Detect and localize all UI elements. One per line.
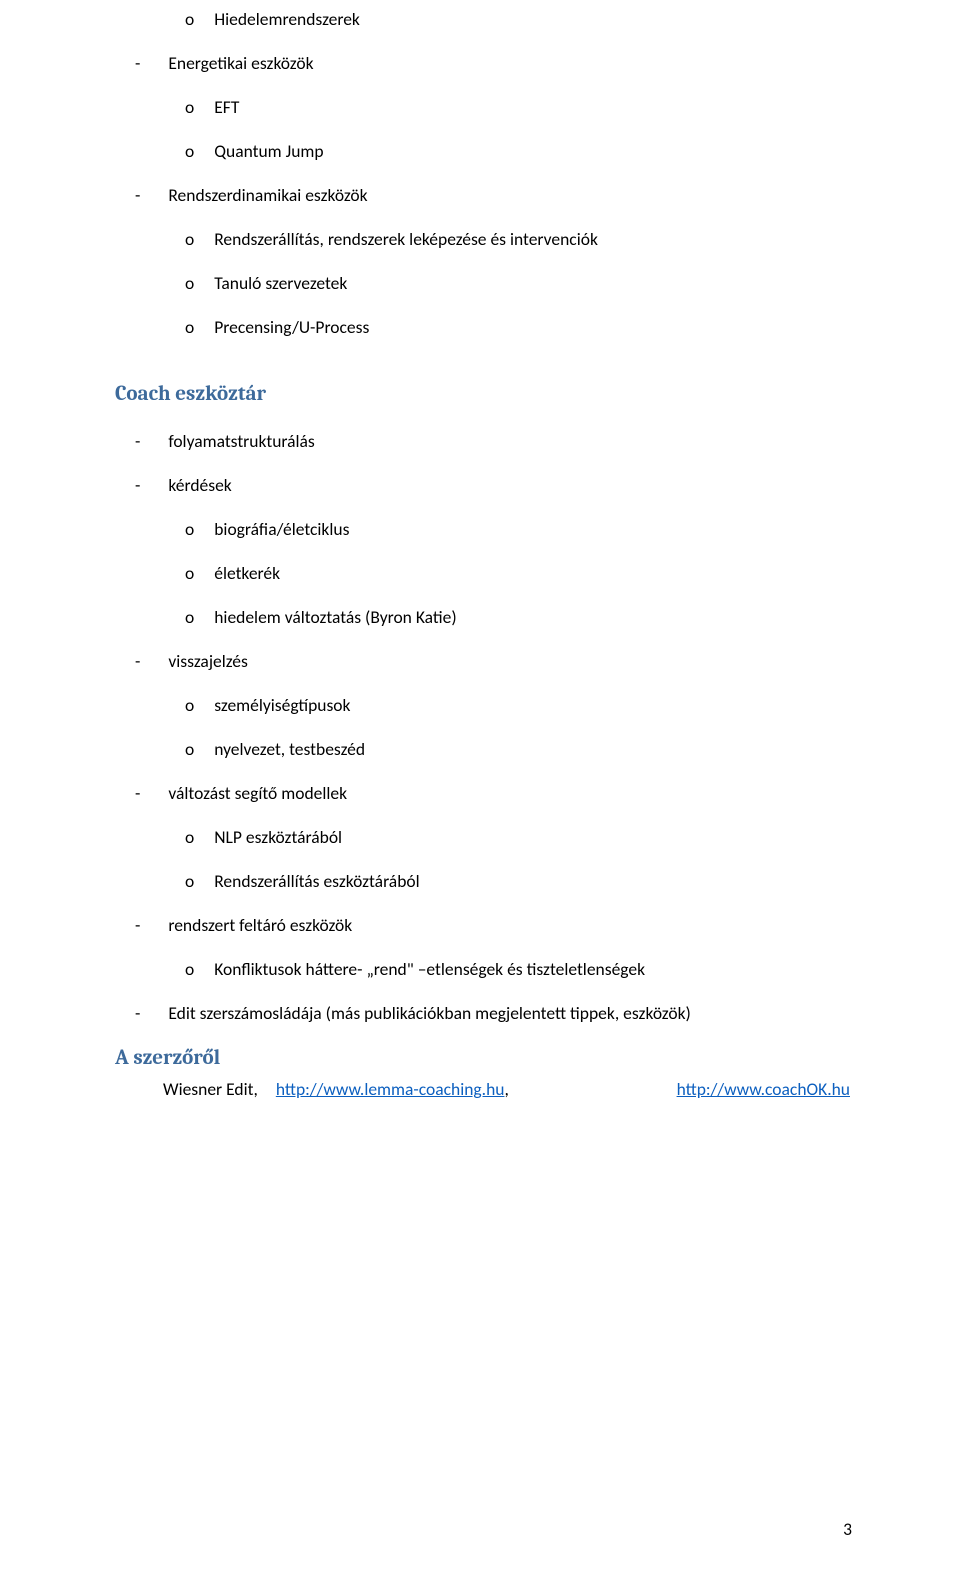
list-text: visszajelzés bbox=[168, 650, 247, 672]
bullet-dash: - bbox=[135, 1002, 140, 1024]
bullet-dash: - bbox=[135, 914, 140, 936]
bullet-dash: - bbox=[135, 430, 140, 452]
list-text: folyamatstrukturálás bbox=[168, 430, 314, 452]
bullet-dash: - bbox=[135, 52, 140, 74]
list-text: kérdések bbox=[168, 474, 231, 496]
list-text: nyelvezet, testbeszéd bbox=[214, 738, 365, 760]
list-item: o Rendszerállítás eszköztárából bbox=[185, 870, 850, 892]
list-item: o Tanuló szervezetek bbox=[185, 272, 850, 294]
bullet-o: o bbox=[185, 518, 194, 540]
bullet-o: o bbox=[185, 96, 194, 118]
list-text: életkerék bbox=[214, 562, 280, 584]
author-line: Wiesner Edit, http://www.lemma-coaching.… bbox=[163, 1078, 850, 1100]
bullet-dash: - bbox=[135, 184, 140, 206]
list-text: Rendszerdinamikai eszközök bbox=[168, 184, 367, 206]
bullet-o: o bbox=[185, 738, 194, 760]
bullet-o: o bbox=[185, 870, 194, 892]
list-text: Quantum Jump bbox=[214, 140, 323, 162]
list-item: o Quantum Jump bbox=[185, 140, 850, 162]
author-link-1[interactable]: http://www.lemma-coaching.hu bbox=[276, 1078, 505, 1100]
list-item: o NLP eszköztárából bbox=[185, 826, 850, 848]
bullet-o: o bbox=[185, 826, 194, 848]
heading-coach: Coach eszköztár bbox=[115, 382, 850, 406]
author-name: Wiesner Edit, bbox=[163, 1078, 258, 1100]
page-number: 3 bbox=[843, 1518, 852, 1540]
list-text: személyiségtípusok bbox=[214, 694, 350, 716]
list-text: hiedelem változtatás (Byron Katie) bbox=[214, 606, 456, 628]
bullet-o: o bbox=[185, 562, 194, 584]
list-item: o hiedelem változtatás (Byron Katie) bbox=[185, 606, 850, 628]
list-item: o életkerék bbox=[185, 562, 850, 584]
bullet-o: o bbox=[185, 958, 194, 980]
list-item: o nyelvezet, testbeszéd bbox=[185, 738, 850, 760]
list-item: - folyamatstrukturálás bbox=[135, 430, 850, 452]
list-item: - Rendszerdinamikai eszközök bbox=[135, 184, 850, 206]
bullet-o: o bbox=[185, 694, 194, 716]
bullet-o: o bbox=[185, 140, 194, 162]
bullet-dash: - bbox=[135, 650, 140, 672]
bullet-o: o bbox=[185, 606, 194, 628]
list-item: o Hiedelemrendszerek bbox=[185, 8, 850, 30]
list-text: Precensing/U-Process bbox=[214, 316, 369, 338]
list-text: EFT bbox=[214, 96, 239, 118]
list-text: Rendszerállítás eszköztárából bbox=[214, 870, 419, 892]
list-item: - rendszert feltáró eszközök bbox=[135, 914, 850, 936]
bullet-o: o bbox=[185, 228, 194, 250]
bullet-o: o bbox=[185, 8, 194, 30]
bullet-dash: - bbox=[135, 782, 140, 804]
bullet-dash: - bbox=[135, 474, 140, 496]
list-item: o biográfia/életciklus bbox=[185, 518, 850, 540]
list-text: Konfliktusok háttere- „rend" –etlenségek… bbox=[214, 958, 645, 980]
list-text: Energetikai eszközök bbox=[168, 52, 313, 74]
list-item: o Rendszerállítás, rendszerek leképezése… bbox=[185, 228, 850, 250]
list-text: Edit szerszámosládája (más publikációkba… bbox=[168, 1002, 690, 1024]
list-text: változást segítő modellek bbox=[168, 782, 347, 804]
list-item: o Precensing/U-Process bbox=[185, 316, 850, 338]
list-text: rendszert feltáró eszközök bbox=[168, 914, 352, 936]
list-item: o Konfliktusok háttere- „rend" –etlenség… bbox=[185, 958, 850, 980]
comma: , bbox=[504, 1078, 508, 1100]
list-item: o EFT bbox=[185, 96, 850, 118]
author-link-2[interactable]: http://www.coachOK.hu bbox=[677, 1078, 850, 1100]
list-item: - Edit szerszámosládája (más publikációk… bbox=[135, 1002, 850, 1024]
list-text: Tanuló szervezetek bbox=[214, 272, 347, 294]
list-item: o személyiségtípusok bbox=[185, 694, 850, 716]
list-text: Hiedelemrendszerek bbox=[214, 8, 360, 30]
bullet-o: o bbox=[185, 316, 194, 338]
list-item: - Energetikai eszközök bbox=[135, 52, 850, 74]
list-item: - kérdések bbox=[135, 474, 850, 496]
list-item: - visszajelzés bbox=[135, 650, 850, 672]
list-text: biográfia/életciklus bbox=[214, 518, 349, 540]
heading-author: A szerzőről bbox=[115, 1046, 850, 1070]
list-text: NLP eszköztárából bbox=[214, 826, 342, 848]
list-text: Rendszerállítás, rendszerek leképezése é… bbox=[214, 228, 598, 250]
list-item: - változást segítő modellek bbox=[135, 782, 850, 804]
bullet-o: o bbox=[185, 272, 194, 294]
